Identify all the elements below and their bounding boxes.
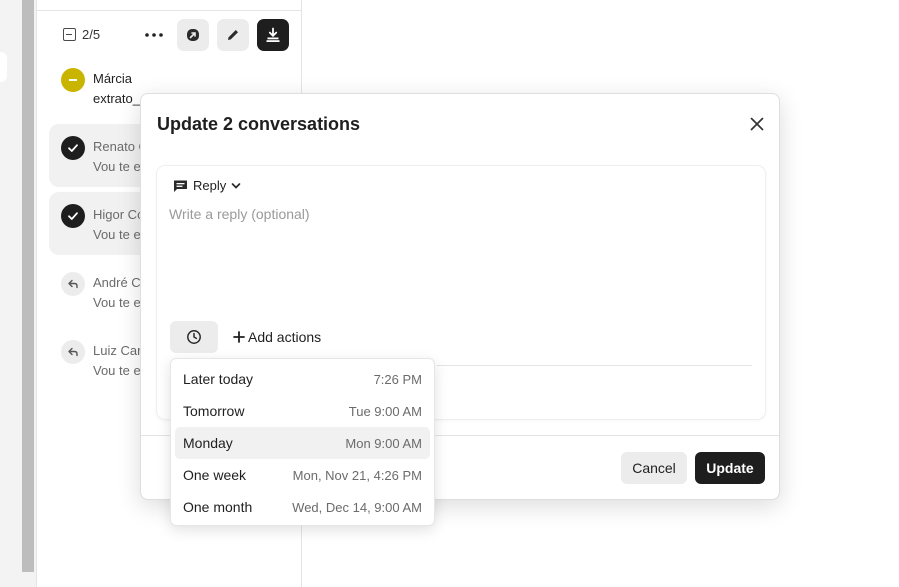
conversation-preview: extrato_ [93,91,140,106]
snooze-option-time: Tue 9:00 AM [348,403,422,419]
divider [37,10,302,11]
snooze-option-label: One month [183,499,253,515]
snooze-option-time: Wed, Dec 14, 9:00 AM [292,499,422,515]
update-button[interactable]: Update [695,452,765,484]
conversation-preview: Vou te e [93,363,141,378]
snooze-option-label: Monday [183,435,233,451]
snooze-option-time: Mon, Nov 21, 4:26 PM [292,467,422,483]
more-options-button[interactable] [141,21,167,49]
snooze-option-label: One week [183,467,247,483]
reply-type-dropdown[interactable]: Reply [173,178,241,193]
scrollbar[interactable] [22,0,34,572]
reply-textarea[interactable] [169,206,753,306]
snooze-option-later-today[interactable]: Later today 7:26 PM [175,363,430,395]
modal-close-button[interactable] [745,112,769,136]
chevron-down-icon [231,182,241,189]
left-rail [0,0,37,587]
close-icon [750,117,764,131]
snooze-icon [187,29,199,41]
conversation-preview: Vou te e [93,159,141,174]
snooze-option-time: 7:26 PM [373,371,422,387]
more-icon [145,33,163,37]
conversation-name: André C [93,275,141,290]
snooze-option-one-month[interactable]: One month Wed, Dec 14, 9:00 AM [175,491,430,523]
conversation-preview: Vou te e [93,295,141,310]
check-icon[interactable] [61,136,85,160]
snooze-option-monday[interactable]: Monday Mon 9:00 AM [175,427,430,459]
snooze-option-label: Later today [183,371,254,387]
close-conversation-button[interactable] [257,19,289,51]
snooze-option-time: Mon 9:00 AM [345,435,422,451]
snooze-picker-button[interactable] [170,321,218,353]
conversation-name: Higor Co [93,207,145,222]
check-icon[interactable] [61,204,85,228]
snooze-option-label: Tomorrow [183,403,245,419]
pencil-icon [228,30,238,40]
bulk-toolbar: 2/5 [37,19,302,51]
close-conversation-icon [266,27,280,42]
add-actions-label: Add actions [248,329,322,345]
edit-button[interactable] [217,19,249,51]
selected-count: 2/5 [82,27,101,42]
reply-arrow-icon [61,272,85,296]
cancel-button[interactable]: Cancel [621,452,687,484]
snooze-option-one-week[interactable]: One week Mon, Nov 21, 4:26 PM [175,459,430,491]
clock-icon [187,330,201,344]
bulk-select-checkbox[interactable] [63,28,76,41]
conversation-name: Márcia [93,71,133,86]
modal-title: Update 2 conversations [157,114,361,134]
snooze-menu: Later today 7:26 PM Tomorrow Tue 9:00 AM… [170,358,435,526]
message-icon [174,180,187,192]
rail-tab[interactable] [0,52,7,82]
snoozed-status-icon [61,68,85,92]
divider [437,365,752,366]
conversation-preview: Vou te e [93,227,141,242]
snooze-option-tomorrow[interactable]: Tomorrow Tue 9:00 AM [175,395,430,427]
conversation-name: Luiz Carl [93,343,145,358]
plus-icon [233,331,245,343]
add-actions-button[interactable]: Add actions [233,329,321,345]
reply-type-label: Reply [193,178,227,193]
reply-arrow-icon [61,340,85,364]
snooze-button[interactable] [177,19,209,51]
